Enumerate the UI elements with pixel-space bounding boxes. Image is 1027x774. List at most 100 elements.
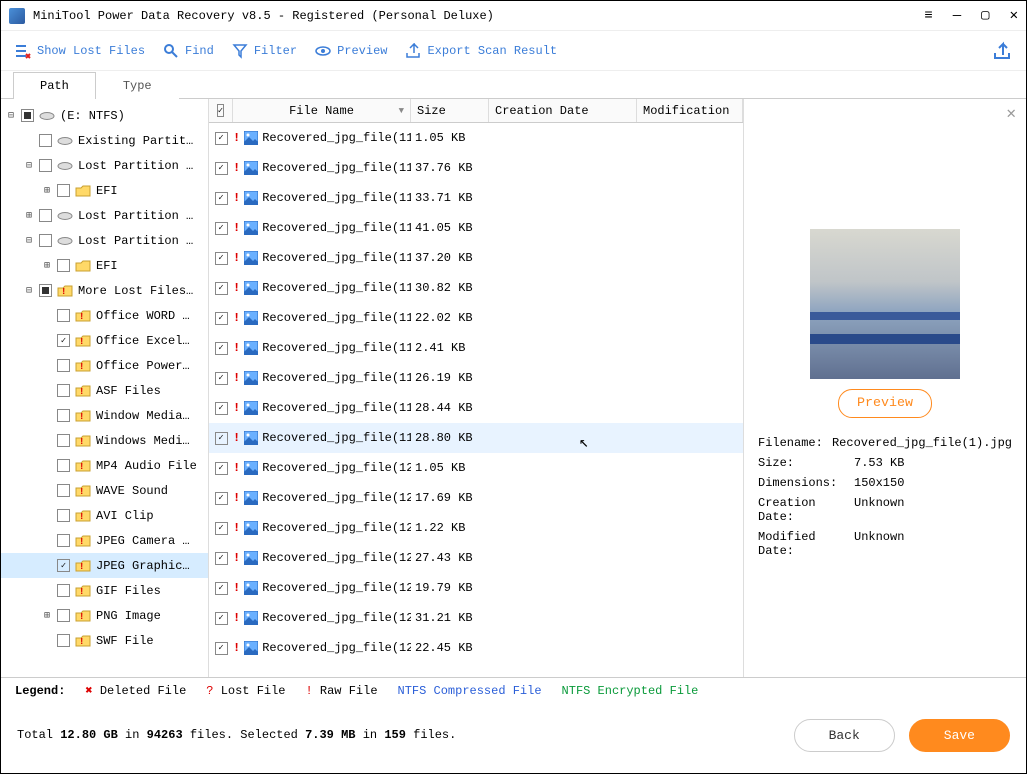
file-row[interactable]: !Recovered_jpg_file(119)…28.80 KB [209, 423, 743, 453]
file-row[interactable]: !Recovered_jpg_file(124)…31.21 KB [209, 603, 743, 633]
row-checkbox[interactable] [215, 402, 228, 415]
file-row[interactable]: !Recovered_jpg_file(114)…30.82 KB [209, 273, 743, 303]
tree-item[interactable]: !SWF File [1, 628, 208, 653]
filter-button[interactable]: Filter [232, 43, 297, 59]
row-checkbox[interactable] [215, 132, 228, 145]
row-checkbox[interactable] [215, 642, 228, 655]
row-checkbox[interactable] [215, 432, 228, 445]
tree-item[interactable]: !AVI Clip [1, 503, 208, 528]
minimize-icon[interactable]: — [953, 8, 961, 24]
file-row[interactable]: !Recovered_jpg_file(118)…28.44 KB [209, 393, 743, 423]
tree-checkbox[interactable] [39, 159, 52, 172]
share-icon[interactable] [992, 41, 1012, 61]
tree-item[interactable]: ⊞EFI [1, 253, 208, 278]
tree-item[interactable]: !Window Media… [1, 403, 208, 428]
close-icon[interactable]: ✕ [1010, 7, 1018, 24]
expander-icon[interactable]: ⊟ [23, 160, 35, 172]
tree-item[interactable]: !Windows Medi… [1, 428, 208, 453]
tree-checkbox[interactable] [57, 184, 70, 197]
file-row[interactable]: !Recovered_jpg_file(121)…1.22 KB [209, 513, 743, 543]
tree-item[interactable]: ⊟Lost Partition … [1, 153, 208, 178]
tree-checkbox[interactable] [57, 559, 70, 572]
tree-checkbox[interactable] [57, 259, 70, 272]
file-row[interactable]: !Recovered_jpg_file(12).…1.05 KB [209, 453, 743, 483]
file-row[interactable]: !Recovered_jpg_file(113)…37.20 KB [209, 243, 743, 273]
tree-checkbox[interactable] [57, 609, 70, 622]
tree-checkbox[interactable] [57, 309, 70, 322]
tree-item[interactable]: Existing Partit… [1, 128, 208, 153]
header-modification[interactable]: Modification [637, 99, 743, 122]
tab-path[interactable]: Path [13, 72, 96, 99]
file-row[interactable]: !Recovered_jpg_file(123)…19.79 KB [209, 573, 743, 603]
expander-icon[interactable]: ⊟ [23, 285, 35, 297]
row-checkbox[interactable] [215, 492, 228, 505]
maximize-icon[interactable]: ▢ [981, 7, 989, 24]
tree-item[interactable]: ⊞!PNG Image [1, 603, 208, 628]
tree-checkbox[interactable] [57, 584, 70, 597]
menu-icon[interactable]: ≡ [924, 8, 932, 24]
file-row[interactable]: !Recovered_jpg_file(120)…17.69 KB [209, 483, 743, 513]
export-button[interactable]: Export Scan Result [405, 43, 557, 59]
row-checkbox[interactable] [215, 462, 228, 475]
expander-icon[interactable]: ⊟ [5, 110, 17, 122]
tree-item[interactable]: !GIF Files [1, 578, 208, 603]
tree-checkbox[interactable] [39, 284, 52, 297]
tree-item[interactable]: !ASF Files [1, 378, 208, 403]
tree-checkbox[interactable] [21, 109, 34, 122]
file-row[interactable]: !Recovered_jpg_file(116)…2.41 KB [209, 333, 743, 363]
row-checkbox[interactable] [215, 342, 228, 355]
find-button[interactable]: Find [163, 43, 214, 59]
tree-item[interactable]: !Office Power… [1, 353, 208, 378]
row-checkbox[interactable] [215, 162, 228, 175]
file-row[interactable]: !Recovered_jpg_file(125)…22.45 KB [209, 633, 743, 663]
tree-checkbox[interactable] [57, 509, 70, 522]
tree-checkbox[interactable] [39, 234, 52, 247]
file-row[interactable]: !Recovered_jpg_file(117)…26.19 KB [209, 363, 743, 393]
expander-icon[interactable]: ⊞ [41, 260, 53, 272]
file-row[interactable]: !Recovered_jpg_file(11).…1.05 KB [209, 123, 743, 153]
tree-checkbox[interactable] [39, 134, 52, 147]
file-row[interactable]: !Recovered_jpg_file(110)…37.76 KB [209, 153, 743, 183]
tab-type[interactable]: Type [96, 72, 179, 99]
row-checkbox[interactable] [215, 552, 228, 565]
tree-item[interactable]: !JPEG Graphic… [1, 553, 208, 578]
preview-button[interactable]: Preview [315, 43, 387, 59]
show-lost-files-button[interactable]: Show Lost Files [15, 43, 145, 59]
tree-item[interactable]: !JPEG Camera … [1, 528, 208, 553]
tree-checkbox[interactable] [57, 534, 70, 547]
file-row[interactable]: !Recovered_jpg_file(122)…27.43 KB [209, 543, 743, 573]
row-checkbox[interactable] [215, 582, 228, 595]
expander-icon[interactable]: ⊞ [41, 185, 53, 197]
tree-checkbox[interactable] [57, 359, 70, 372]
row-checkbox[interactable] [215, 192, 228, 205]
row-checkbox[interactable] [215, 312, 228, 325]
expander-icon[interactable]: ⊞ [41, 610, 53, 622]
tree-item[interactable]: ⊟Lost Partition … [1, 228, 208, 253]
tree-checkbox[interactable] [57, 459, 70, 472]
preview-action-button[interactable]: Preview [838, 389, 932, 418]
back-button[interactable]: Back [794, 719, 895, 752]
tree-item[interactable]: !Office Excel… [1, 328, 208, 353]
header-size[interactable]: Size [411, 99, 489, 122]
tree-checkbox[interactable] [39, 209, 52, 222]
row-checkbox[interactable] [215, 612, 228, 625]
file-row[interactable]: !Recovered_jpg_file(112)…41.05 KB [209, 213, 743, 243]
tree-checkbox[interactable] [57, 384, 70, 397]
tree-checkbox[interactable] [57, 334, 70, 347]
row-checkbox[interactable] [215, 522, 228, 535]
tree-item[interactable]: ⊟!More Lost Files… [1, 278, 208, 303]
tree-checkbox[interactable] [57, 434, 70, 447]
expander-icon[interactable]: ⊞ [23, 210, 35, 222]
row-checkbox[interactable] [215, 372, 228, 385]
tree-checkbox[interactable] [57, 409, 70, 422]
header-creation-date[interactable]: Creation Date [489, 99, 637, 122]
header-filename[interactable]: File Name▼ [233, 99, 411, 122]
file-row[interactable]: !Recovered_jpg_file(115)…22.02 KB [209, 303, 743, 333]
row-checkbox[interactable] [215, 252, 228, 265]
save-button[interactable]: Save [909, 719, 1010, 752]
header-checkbox[interactable] [209, 99, 233, 122]
file-row[interactable]: !Recovered_jpg_file(111)…33.71 KB [209, 183, 743, 213]
tree-item[interactable]: !MP4 Audio File [1, 453, 208, 478]
tree-checkbox[interactable] [57, 634, 70, 647]
tree-item[interactable]: ⊞Lost Partition … [1, 203, 208, 228]
